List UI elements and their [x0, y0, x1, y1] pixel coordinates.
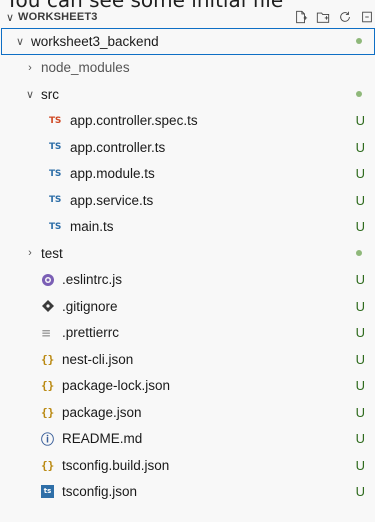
git-status-badge: U [355, 219, 365, 235]
git-status-badge: U [355, 404, 365, 420]
tree-file-row[interactable]: ts tsconfig.json U [1, 479, 375, 506]
git-status-badge: U [355, 166, 365, 182]
tree-item-label: .gitignore [62, 298, 118, 314]
new-folder-icon[interactable] [315, 9, 331, 25]
tree-file-row[interactable]: TS app.controller.spec.ts U [1, 108, 375, 135]
tsconfig-icon: ts [41, 485, 59, 499]
json-icon: {} [41, 379, 55, 393]
tree-file-row[interactable]: .gitignore U [1, 293, 375, 320]
modified-dot-icon [356, 28, 365, 55]
tree-file-row[interactable]: .eslintrc.js U [1, 267, 375, 294]
explorer-actions [293, 6, 375, 28]
typescript-icon: TS [49, 221, 62, 232]
typescript-icon: TS [49, 142, 62, 153]
chevron-down-icon[interactable]: ∨ [13, 35, 27, 48]
json-icon: {} [41, 458, 55, 472]
workspace-title: WORKSHEET3 [18, 11, 98, 23]
typescript-icon: TS [49, 168, 62, 179]
tree-item-label: tsconfig.json [62, 484, 138, 500]
tree-item-label: node_modules [41, 60, 130, 76]
collapse-all-icon[interactable] [359, 9, 375, 25]
modified-dot-icon [356, 81, 365, 108]
json-icon: {} [41, 352, 55, 366]
tree-file-row[interactable]: ≡ .prettierrc U [1, 320, 375, 347]
tree-file-row[interactable]: {} package-lock.json U [1, 373, 375, 400]
git-status-badge: U [355, 325, 365, 341]
tree-file-row[interactable]: TS app.controller.ts U [1, 134, 375, 161]
tree-item-label: README.md [62, 431, 143, 447]
tree-file-row[interactable]: TS app.module.ts U [1, 161, 375, 188]
tree-item-label: app.controller.spec.ts [70, 113, 198, 129]
workspace-header[interactable]: ∨ WORKSHEET3 [0, 6, 375, 28]
git-status-badge: U [355, 113, 365, 129]
tree-item-label: .eslintrc.js [62, 272, 123, 288]
git-status-badge: U [355, 139, 365, 155]
tree-item-label: test [41, 245, 63, 261]
eslint-icon [41, 273, 59, 287]
tree-file-row[interactable]: {} package.json U [1, 399, 375, 426]
tree-item-label: app.service.ts [70, 192, 154, 208]
tree-item-label: main.ts [70, 219, 114, 235]
tree-folder-row[interactable]: › test [1, 240, 375, 267]
git-status-badge: U [355, 431, 365, 447]
new-file-icon[interactable] [293, 9, 309, 25]
tree-item-label: worksheet3_backend [31, 33, 159, 49]
git-icon [41, 299, 59, 313]
tree-item-label: package.json [62, 404, 142, 420]
tree-item-label: src [41, 86, 59, 102]
info-icon: ⓘ [41, 433, 55, 449]
json-icon: {} [41, 405, 55, 419]
chevron-right-icon[interactable]: › [23, 62, 37, 74]
tree-folder-row[interactable]: ∨ src [1, 81, 375, 108]
tree-item-label: package-lock.json [62, 378, 171, 394]
git-status-badge: U [355, 192, 365, 208]
git-status-badge: U [355, 272, 365, 288]
git-status-badge: U [355, 378, 365, 394]
tree-file-row[interactable]: {} tsconfig.build.json U [1, 452, 375, 479]
tree-item-label: tsconfig.build.json [62, 457, 170, 473]
chevron-down-icon[interactable]: ∨ [23, 88, 37, 101]
chevron-down-icon[interactable]: ∨ [2, 6, 18, 28]
file-explorer: You can see some initial file ∨ WORKSHEE… [0, 0, 375, 522]
typescript-icon: TS [49, 195, 62, 206]
tree-file-row[interactable]: TS main.ts U [1, 214, 375, 241]
git-status-badge: U [355, 298, 365, 314]
git-status-badge: U [355, 351, 365, 367]
tree-folder-row[interactable]: › node_modules [1, 55, 375, 82]
git-status-badge: U [355, 457, 365, 473]
tree-item-label: app.module.ts [70, 166, 155, 182]
tree-item-label: .prettierrc [62, 325, 120, 341]
modified-dot-icon [356, 240, 365, 267]
tree-file-row[interactable]: TS app.service.ts U [1, 187, 375, 214]
git-status-badge: U [355, 484, 365, 500]
typescript-test-icon: TS [49, 115, 62, 126]
chevron-right-icon[interactable]: › [23, 247, 37, 259]
refresh-icon[interactable] [337, 9, 353, 25]
file-tree: ∨ worksheet3_backend › node_modules ∨ src TS ap… [0, 28, 375, 505]
tree-file-row[interactable]: {} nest-cli.json U [1, 346, 375, 373]
tree-item-label: app.controller.ts [70, 139, 166, 155]
prettier-icon: ≡ [41, 325, 52, 340]
tree-folder-row[interactable]: ∨ worksheet3_backend [1, 28, 375, 55]
tree-item-label: nest-cli.json [62, 351, 134, 367]
tree-file-row[interactable]: ⓘ README.md U [1, 426, 375, 453]
